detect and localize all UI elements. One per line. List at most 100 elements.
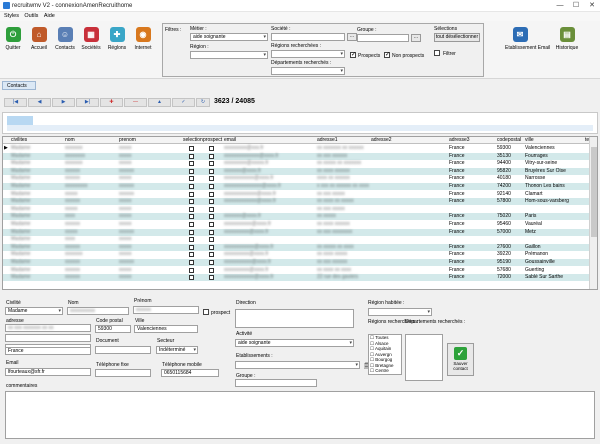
- contacts-button[interactable]: ☺ Contacts: [54, 27, 76, 57]
- table-row[interactable]: Madame xxxxxx xxxxxx xxxxxxx@xxxx.fr xx xxxx…: [3, 167, 591, 175]
- etablissements-select[interactable]: [235, 361, 360, 369]
- deselect-all-button[interactable]: tout désélectionner: [434, 33, 480, 42]
- col-civilites[interactable]: civilites: [11, 137, 27, 143]
- col-adresse1[interactable]: adresse1: [317, 137, 338, 143]
- region-select[interactable]: [190, 51, 268, 59]
- prospect-checkbox[interactable]: [203, 309, 209, 315]
- prospect-checkbox[interactable]: [209, 199, 214, 205]
- adresse1-input[interactable]: xx xxx xxxxxxx xx xx: [5, 324, 91, 332]
- col-ville[interactable]: ville: [525, 137, 534, 143]
- departements-select[interactable]: [271, 67, 345, 75]
- prospect-checkbox[interactable]: [209, 229, 214, 235]
- table-row[interactable]: Madamexxxxxxxxxxxxxxxxxxxxx@xxxx.frxx xx…: [3, 267, 591, 274]
- activite-select[interactable]: aide soignante: [235, 339, 354, 347]
- selection-checkbox[interactable]: [189, 153, 194, 159]
- menu-styles[interactable]: Styles: [4, 12, 19, 21]
- prospect-checkbox[interactable]: [209, 168, 214, 174]
- prospect-checkbox[interactable]: [209, 206, 214, 212]
- table-row[interactable]: Madame xxxxxxx xxxxx xxxxxxxxx@xxxxx.fr xx x…: [3, 160, 591, 167]
- table-row[interactable]: Madamexxxxxxxxxxxxxxxxxxxxxx@xxxx.frxx x…: [3, 221, 591, 228]
- selection-checkbox[interactable]: [189, 184, 194, 189]
- col-email[interactable]: email: [224, 137, 236, 143]
- table-row[interactable]: Madamexxxxxxxxxxxxxxxxxxxxxxx@xxxx.frxx …: [3, 243, 591, 251]
- document-input[interactable]: [95, 346, 151, 354]
- selection-checkbox[interactable]: [189, 146, 194, 151]
- societe-input[interactable]: [271, 33, 345, 41]
- selection-checkbox[interactable]: [189, 168, 194, 174]
- selection-checkbox[interactable]: [189, 161, 194, 167]
- prenom-input[interactable]: xxxxxx: [133, 306, 199, 314]
- nav-delete-button[interactable]: —: [124, 98, 147, 107]
- minimize-button[interactable]: —: [552, 0, 568, 11]
- table-row[interactable]: Madamexxxxxxxxxxxxxxxxxxxxxxxx@xxxx.frxx…: [3, 198, 591, 206]
- region-list-item[interactable]: ☐ Centre: [369, 368, 401, 374]
- regions-button[interactable]: ✚ Réglons: [106, 27, 128, 57]
- email-input[interactable]: lfourteaux@sfr.fr: [5, 368, 91, 376]
- nav-edit-button[interactable]: ▲: [148, 98, 171, 107]
- nom-input[interactable]: xxxxxxxxxx: [67, 307, 129, 315]
- close-button[interactable]: ✕: [584, 0, 600, 11]
- prospect-checkbox[interactable]: [209, 252, 214, 258]
- prospect-checkbox[interactable]: [209, 146, 214, 151]
- selection-checkbox[interactable]: [189, 237, 194, 243]
- prospect-checkbox[interactable]: [209, 214, 214, 220]
- menu-aide[interactable]: Aide: [44, 12, 55, 21]
- groupe-browse-button[interactable]: ...: [411, 34, 421, 42]
- grid-scrollbar-thumb[interactable]: [591, 147, 597, 237]
- selection-checkbox[interactable]: [189, 275, 194, 281]
- nav-add-button[interactable]: ✚: [100, 98, 123, 107]
- table-row[interactable]: Madame xxxxxx xxxxx xxxxxxxxxxxx@xxxx.fr xxx…: [3, 175, 591, 182]
- selection-checkbox[interactable]: [189, 222, 194, 227]
- prospect-checkbox[interactable]: [209, 191, 214, 197]
- nav-refresh-button[interactable]: ↻: [196, 98, 210, 107]
- table-row[interactable]: Madamexxxxxxxxxxxxxxxxxxxxxxxx@xxxx.frxx…: [3, 191, 591, 198]
- civilite-select[interactable]: Madame: [5, 307, 63, 315]
- departements-listbox[interactable]: [405, 334, 443, 381]
- selection-checkbox[interactable]: [189, 260, 194, 265]
- history-button[interactable]: ▤ Historique: [554, 27, 580, 57]
- prospect-checkbox[interactable]: [209, 237, 214, 243]
- prospect-checkbox[interactable]: [209, 153, 214, 159]
- telmobile-input[interactable]: 0650115684: [161, 369, 219, 377]
- col-codepostal[interactable]: codepostal: [497, 137, 521, 143]
- col-selection[interactable]: selection: [183, 137, 203, 143]
- metier-select[interactable]: aide soignante: [190, 33, 268, 41]
- region-habitee-select[interactable]: [368, 308, 432, 316]
- table-row[interactable]: Madame xxxxxxxxx xxxxxx xxxxxxxxxxxxxxx@xxx…: [3, 183, 591, 190]
- prospect-checkbox[interactable]: [209, 267, 214, 273]
- menu-outils[interactable]: Outils: [24, 12, 38, 21]
- prospect-checkbox[interactable]: [209, 275, 214, 281]
- regions-listbox[interactable]: ☐ Toutes ☐ Alsace ☐ Aquitain ☐ Auvergn ☐ Bou…: [368, 334, 402, 375]
- table-row[interactable]: Madame xxxx xxxxx xxxxxxx@xxxx.fr xx xxxxx Fr…: [3, 213, 591, 221]
- regions-recherchees-select[interactable]: [271, 50, 345, 58]
- table-row[interactable]: Madame xxxxxxxx xxxxx xxxxxxxxxxxxxx@xxxx.f…: [3, 152, 591, 160]
- commentaires-textarea[interactable]: [5, 391, 595, 439]
- table-row[interactable]: ▶ Madame xxxxxxx xxxxx xxxxxxxxx@xxx.fr xx xx…: [3, 145, 591, 152]
- prospect-checkbox[interactable]: [209, 176, 214, 182]
- nav-next-button[interactable]: ▶: [52, 98, 75, 107]
- selection-checkbox[interactable]: [189, 191, 194, 197]
- direction-textarea[interactable]: [235, 309, 354, 328]
- maximize-button[interactable]: ☐: [568, 0, 584, 11]
- nav-first-button[interactable]: |◀: [4, 98, 27, 107]
- table-row[interactable]: Madame xxxxxx xxxxx xxxxxxxxxxxx@xxxx.fr 22 …: [3, 274, 591, 282]
- prospects-checkbox[interactable]: [350, 51, 356, 58]
- selection-checkbox[interactable]: [189, 199, 194, 205]
- table-row[interactable]: Madame xxxx xxxxx: [3, 236, 591, 243]
- selection-checkbox[interactable]: [189, 206, 194, 212]
- quit-button[interactable]: ⏻ Quitter: [2, 27, 24, 57]
- tab-contacts[interactable]: Contacts: [2, 81, 36, 90]
- prospect-checkbox[interactable]: [209, 184, 214, 189]
- col-adresse3[interactable]: adresse3: [449, 137, 470, 143]
- col-prenom[interactable]: prenom: [119, 137, 136, 143]
- col-nom[interactable]: nom: [65, 137, 75, 143]
- groupe-detail-input[interactable]: [235, 379, 317, 387]
- nav-prev-button[interactable]: ◀: [28, 98, 51, 107]
- codepostal-input[interactable]: 59300: [95, 325, 131, 333]
- selection-checkbox[interactable]: [189, 244, 194, 250]
- selection-checkbox[interactable]: [189, 267, 194, 273]
- home-button[interactable]: ⌂ Accueil: [28, 27, 50, 57]
- selection-checkbox[interactable]: [189, 229, 194, 235]
- nav-last-button[interactable]: ▶|: [76, 98, 99, 107]
- table-row[interactable]: Madamexxxxxxxxxxxxxxxxxxxxxxx@xxxx.frxx …: [3, 259, 591, 266]
